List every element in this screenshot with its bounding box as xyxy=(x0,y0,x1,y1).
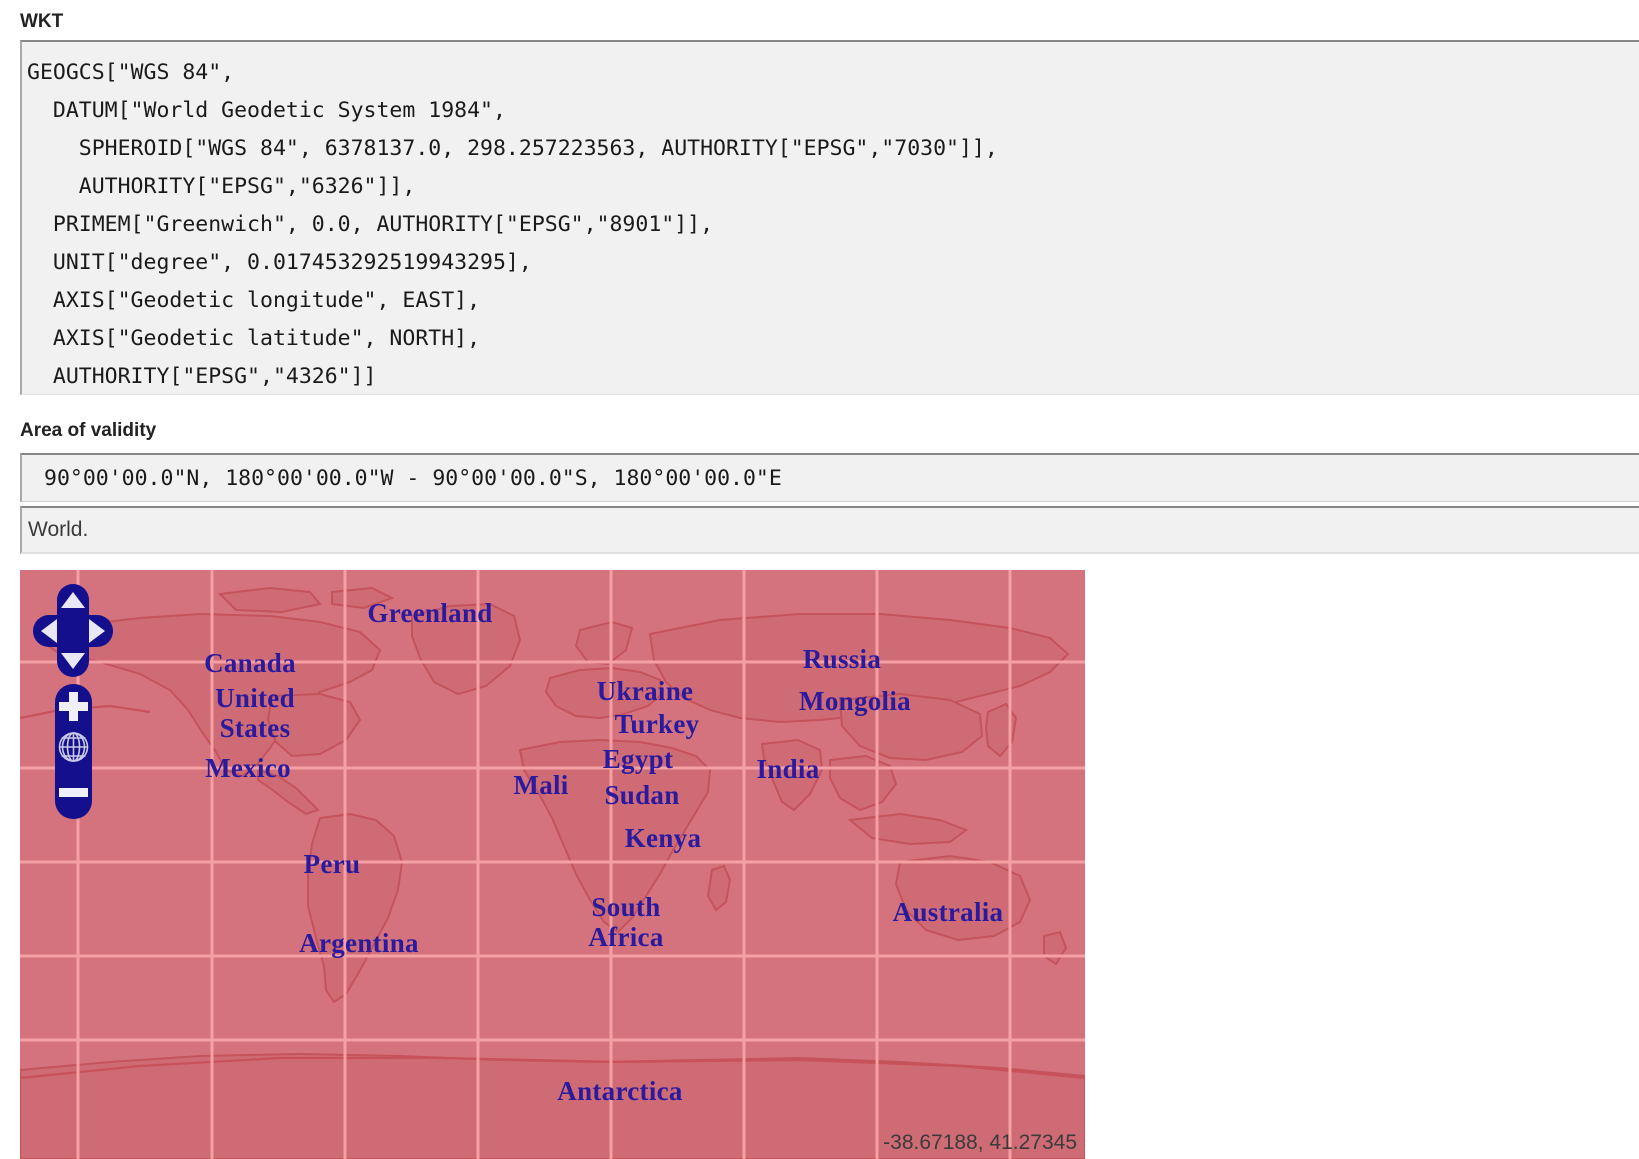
area-of-validity-bbox-field[interactable]: 90°00'00.0"N, 180°00'00.0"W - 90°00'00.0… xyxy=(20,453,1639,502)
area-of-validity-description-field[interactable]: World. xyxy=(20,506,1639,554)
map-label-argentina: Argentina xyxy=(299,928,419,958)
map-label-south-africa: South Africa xyxy=(588,892,663,952)
world-map[interactable]: Greenland Canada Russia United States Uk… xyxy=(20,570,1085,1159)
map-label-australia: Australia xyxy=(892,897,1004,927)
map-label-india: India xyxy=(756,754,820,784)
wkt-section-label: WKT xyxy=(20,11,64,32)
wkt-text-panel[interactable]: GEOGCS["WGS 84", DATUM["World Geodetic S… xyxy=(20,40,1639,395)
map-label-sudan: Sudan xyxy=(604,780,680,810)
map-label-russia: Russia xyxy=(802,644,882,674)
pan-cluster[interactable] xyxy=(33,584,113,677)
map-label-united-states: United States xyxy=(215,683,295,743)
map-label-united-states-line2: States xyxy=(219,713,291,743)
map-label-egypt: Egypt xyxy=(602,744,674,774)
map-label-south-africa-line2: Africa xyxy=(588,922,664,952)
zoom-out-icon xyxy=(59,788,88,797)
map-navigation-control[interactable] xyxy=(33,584,113,819)
wkt-text: GEOGCS["WGS 84", DATUM["World Geodetic S… xyxy=(27,60,998,389)
map-label-greenland: Greenland xyxy=(367,598,493,628)
area-of-validity-label: Area of validity xyxy=(20,420,157,441)
map-label-mali: Mali xyxy=(513,770,569,800)
map-label-kenya: Kenya xyxy=(624,823,702,853)
map-label-peru: Peru xyxy=(303,849,361,879)
coordinate-readout: -38.67188, 41.27345 xyxy=(883,1131,1077,1154)
map-label-south-africa-line1: South xyxy=(591,892,661,922)
map-label-mongolia: Mongolia xyxy=(799,686,911,716)
map-label-mexico: Mexico xyxy=(205,753,291,783)
map-label-antarctica: Antarctica xyxy=(557,1076,683,1106)
map-label-ukraine: Ukraine xyxy=(596,676,694,706)
map-label-turkey: Turkey xyxy=(614,709,700,739)
zoom-bar[interactable] xyxy=(55,684,92,819)
map-graphics xyxy=(20,570,1085,1159)
map-label-united-states-line1: United xyxy=(215,683,295,713)
area-of-validity-description-text: World. xyxy=(28,518,89,541)
area-of-validity-bbox-text: 90°00'00.0"N, 180°00'00.0"W - 90°00'00.0… xyxy=(44,465,782,491)
map-label-canada: Canada xyxy=(204,648,296,678)
globe-icon xyxy=(58,732,89,762)
crs-details-page: WKT GEOGCS["WGS 84", DATUM["World Geodet… xyxy=(0,0,1639,1159)
